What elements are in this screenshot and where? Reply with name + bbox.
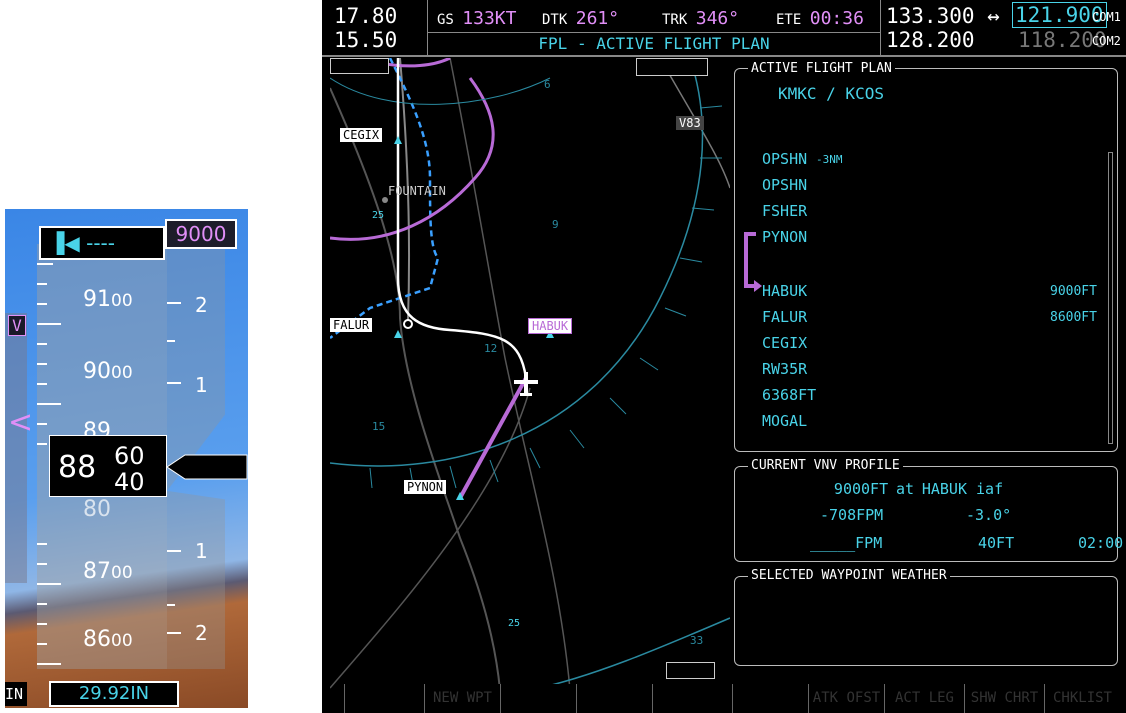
compass-number: 6 <box>544 78 551 91</box>
column-header: ALT <box>1074 124 1098 139</box>
page-title: FPL - ACTIVE FLIGHT PLAN <box>538 34 770 53</box>
scrollbar[interactable] <box>1108 152 1113 444</box>
fpa-value: -3.0° <box>966 506 1012 524</box>
column-header: DTK <box>938 124 962 139</box>
ete-field: ETE 00:36 <box>776 8 864 29</box>
com1-label: COM1 <box>1092 10 1121 24</box>
waypoint-weather-box <box>734 576 1118 666</box>
city-label: FOUNTAIN <box>388 184 446 198</box>
list-item[interactable]: OPSHN -3NM ___° ____NM _____FT <box>734 150 1120 176</box>
compass-number: 12 <box>484 342 498 355</box>
bod-label: BOD <box>1048 536 1072 551</box>
active-waypoint-label[interactable]: HABUK <box>528 318 573 334</box>
list-item[interactable]: RW35R map 351° 5.1NM <box>734 360 1120 386</box>
list-item[interactable]: CEGIX faf 351° 5.8NM 7800FT <box>734 334 1120 360</box>
airway-label: V83 <box>676 116 704 130</box>
vs-tgt-label: VS TGT <box>740 508 787 523</box>
list-item[interactable]: FSHER ___° ____NM _____FT <box>734 202 1120 228</box>
approach-label: Approach - KCOS-RNAVGPS 35R LPV <box>754 256 1034 274</box>
waypoint-label[interactable]: FALUR <box>330 318 373 332</box>
com2-active[interactable]: 128.200 <box>886 28 975 52</box>
fpa-label: FPA <box>900 508 924 523</box>
current-altitude-roll: 60 <box>114 442 145 470</box>
waypoint-label[interactable]: PYNON <box>404 480 447 494</box>
vs-req-value: _____FPM <box>810 534 883 552</box>
panel-title: CURRENT VNV PROFILE <box>748 458 903 473</box>
vsi-pointer-icon <box>167 454 248 480</box>
barometric-setting[interactable]: 29.92IN <box>49 681 179 707</box>
softkey-vnv-prof[interactable]: VNV PROF <box>576 684 652 713</box>
list-item[interactable]: 6368FT 348° 0.5NM 6368FT <box>734 386 1120 412</box>
softkey-atk-ofst[interactable]: ATK OFST <box>808 684 884 713</box>
divider <box>428 32 880 33</box>
status-message: Press the "FPL" key to view the previous… <box>763 670 1089 684</box>
map-range[interactable]: 20NM <box>666 662 716 679</box>
baro-unit-label: IN <box>5 682 27 706</box>
softkey-view[interactable]: VIEW <box>500 684 576 713</box>
nav-frequency-active[interactable]: 17.80 <box>334 4 397 28</box>
trk-field: TRK 346° <box>662 8 740 29</box>
tape-label: 8700 <box>83 559 133 584</box>
column-header: DIS <box>1002 124 1026 139</box>
vsi-label: 1 <box>195 539 208 563</box>
vsi-label: 2 <box>195 621 208 645</box>
vdi-pointer-icon: < <box>8 405 34 440</box>
softkey-vnv-direct[interactable]: VNV ⇻ <box>732 684 808 713</box>
vdi-scale <box>5 313 27 583</box>
tfr-status: TFR N/A <box>330 58 389 74</box>
altitude-bug: ▐◀ ---- <box>39 226 165 260</box>
tape-label: 9100 <box>83 287 133 312</box>
softkey-map[interactable]: MAP <box>344 684 424 713</box>
highway-shield-icon: 25 <box>508 618 521 629</box>
list-item[interactable]: FALUR 261° 4.0NM 8600FT <box>734 308 1120 334</box>
vs-tgt-value: -708FPM <box>820 506 884 524</box>
panel-title: SELECTED WAYPOINT WEATHER <box>748 568 950 583</box>
list-item[interactable]: HABUK iaf 261° 1.3NM 9000FT <box>734 282 1120 308</box>
vsi-label: 2 <box>195 293 208 317</box>
softkey-shw-chrt[interactable]: SHW CHRT <box>964 684 1044 713</box>
com2-label: COM2 <box>1092 34 1121 48</box>
vdev-value: 40FT <box>978 534 1015 552</box>
current-altitude-box: 88 60 40 <box>49 435 167 497</box>
waypoint-label[interactable]: CEGIX <box>340 128 383 142</box>
current-altitude-roll: 40 <box>114 468 145 496</box>
dtk-field: DTK 261° <box>542 8 620 29</box>
vsi-label: 1 <box>195 373 208 397</box>
tape-label: 8600 <box>83 627 133 652</box>
vs-req-label: VS REQ <box>740 536 787 551</box>
selected-altitude: 9000 <box>165 219 237 249</box>
softkey-act-leg[interactable]: ACT LEG <box>884 684 964 713</box>
vdev-label: V DEV <box>900 536 940 551</box>
highway-shield-icon: 25 <box>372 210 385 221</box>
current-altitude-main: 88 <box>58 450 97 485</box>
tape-label-ghost: 80 <box>83 497 111 522</box>
flight-plan-panel: ACTIVE FLIGHT PLAN KMKC / KCOS DTK DIS A… <box>734 58 1124 690</box>
tape-label: 9000 <box>83 359 133 384</box>
compass-number: 33 <box>690 634 704 647</box>
route-label: KMKC / KCOS <box>778 84 884 103</box>
navigation-map[interactable]: TFR N/A NORTH UP V83 CEGIX FOUNTAIN FALU… <box>330 58 730 690</box>
list-item[interactable]: PYNON ___° ____NM _____FT <box>734 228 1120 254</box>
compass-number: 9 <box>552 218 559 231</box>
list-item[interactable]: MOGAL mahp 10000FT <box>734 412 1120 438</box>
nav-frequency-standby[interactable]: 15.50 <box>334 28 397 52</box>
map-graphics <box>330 58 730 690</box>
vdi-v-label: V <box>8 315 26 336</box>
bod-value: 02:00 <box>1078 534 1124 552</box>
com1-active[interactable]: 133.300 ↔ <box>886 4 1000 28</box>
map-orientation[interactable]: NORTH UP <box>636 58 708 76</box>
gs-field: GS 133KT <box>437 8 517 29</box>
list-item[interactable]: OPSHN ___° ____NM _____FT <box>734 176 1120 202</box>
compass-number: 15 <box>372 420 386 433</box>
divider <box>322 55 1126 57</box>
vnv-act-row: ACT VNV WPT 9000FT at HABUK iaf <box>740 480 1004 498</box>
softkey-chklist[interactable]: CHKLIST <box>1044 684 1120 713</box>
softkey-new-wpt[interactable]: NEW WPT <box>424 684 500 713</box>
divider <box>880 0 881 55</box>
panel-title: ACTIVE FLIGHT PLAN <box>748 61 895 76</box>
softkey-cncl-vnv[interactable]: CNCL VNV <box>652 684 732 713</box>
altimeter-panel: 2 1 1 2 V < 9100 9000 8700 8600 89 9000 … <box>5 209 248 708</box>
